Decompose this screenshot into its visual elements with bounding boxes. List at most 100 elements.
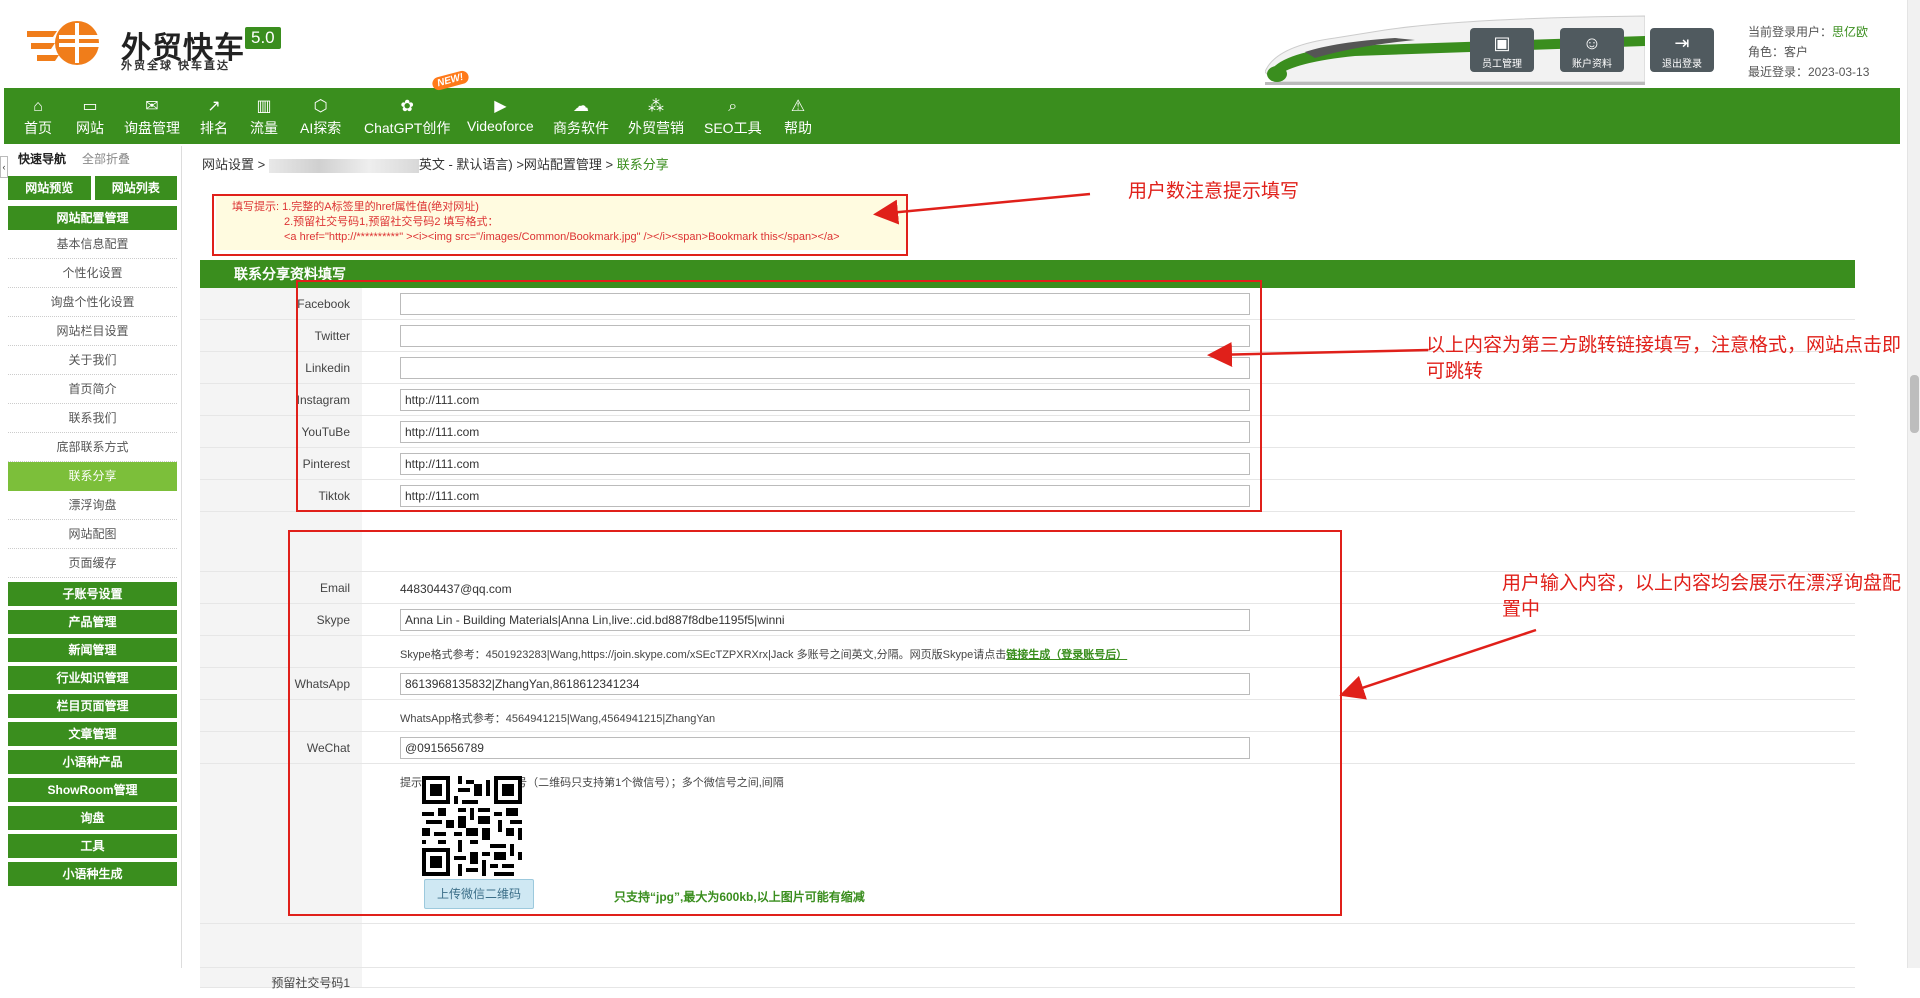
logout-button[interactable]: ⇥ 退出登录	[1650, 28, 1714, 72]
nav-videoforce-label: Videoforce	[467, 118, 534, 134]
tip-line-1: 填写提示: 1.完整的A标签里的href属性值(绝对网址)	[232, 201, 479, 213]
breadcrumb-redacted-site	[268, 158, 419, 173]
sidebar-item-home-intro[interactable]: 首页简介	[8, 375, 177, 404]
sidebar-item-page-cache[interactable]: 页面缓存	[8, 549, 177, 578]
form-row-wechat: WeChat	[200, 732, 1855, 764]
sidebar-cat-products[interactable]: 产品管理	[8, 610, 177, 634]
staff-management-button[interactable]: ▣ 员工管理	[1470, 28, 1534, 72]
sidebar-item-contact-share[interactable]: 联系分享	[8, 462, 177, 491]
nav-chatgpt[interactable]: ✿ ChatGPT创作	[364, 96, 450, 138]
site-preview-button[interactable]: 网站预览	[8, 176, 91, 200]
skype-hint-text: Skype格式参考：4501923283|Wang,https://join.s…	[400, 649, 1007, 661]
nav-rank-label: 排名	[200, 120, 228, 136]
twitter-input[interactable]	[400, 325, 1250, 347]
nav-videoforce[interactable]: ▶ Videoforce	[467, 96, 534, 134]
nav-inquiry[interactable]: ✉ 询盘管理	[124, 96, 180, 138]
youtube-input[interactable]	[400, 421, 1250, 443]
sidebar-cat-tools[interactable]: 工具	[8, 834, 177, 858]
sidebar-collapse-handle[interactable]: ‹	[0, 156, 8, 178]
sidebar-cat-articles[interactable]: 文章管理	[8, 722, 177, 746]
section-title: 联系分享资料填写	[200, 260, 1855, 288]
nav-seo[interactable]: ⌕ SEO工具	[704, 96, 762, 138]
nav-help[interactable]: ⚠ 帮助	[784, 96, 812, 138]
breadcrumb-root[interactable]: 网站设置 >	[202, 157, 265, 172]
account-icon: ☺	[1582, 33, 1602, 53]
mail-icon: ✉	[145, 98, 159, 115]
sidebar-cat-industry[interactable]: 行业知识管理	[8, 666, 177, 690]
instagram-label: Instagram	[200, 384, 362, 415]
sidebar-cat-minor-lang-products[interactable]: 小语种产品	[8, 750, 177, 774]
sidebar-item-contact[interactable]: 联系我们	[8, 404, 177, 433]
nav-rank[interactable]: ↗ 排名	[200, 96, 228, 138]
sidebar-item-about[interactable]: 关于我们	[8, 346, 177, 375]
sidebar-cat-showroom[interactable]: ShowRoom管理	[8, 778, 177, 802]
annotation-social-note: 以上内容为第三方跳转链接填写，注意格式，网站点击即可跳转	[1426, 334, 1902, 382]
rank-icon: ↗	[207, 98, 221, 115]
skype-label: Skype	[200, 604, 362, 635]
app-header: 外贸快车 5.0 外贸全球 快车直达 ▣ 员工管理 ☺ 账户资料 ⇥ 退出登录 …	[0, 0, 1900, 88]
wechat-qr-label	[200, 764, 362, 923]
form-row-reserved-1: 预留社交号码1	[200, 968, 1855, 990]
site-list-button[interactable]: 网站列表	[94, 176, 177, 200]
linkedin-input[interactable]	[400, 357, 1250, 379]
sidebar-item-basic-info[interactable]: 基本信息配置	[8, 230, 177, 259]
nav-website[interactable]: ▭ 网站	[76, 96, 104, 138]
account-info-button[interactable]: ☺ 账户资料	[1560, 28, 1624, 72]
pinterest-label: Pinterest	[200, 448, 362, 479]
instagram-input[interactable]	[400, 389, 1250, 411]
tiktok-input[interactable]	[400, 485, 1250, 507]
sidebar-cat-column-pages[interactable]: 栏目页面管理	[8, 694, 177, 718]
page-scrollbar[interactable]	[1907, 0, 1920, 968]
sidebar-cat-news[interactable]: 新闻管理	[8, 638, 177, 662]
twitter-label: Twitter	[200, 320, 362, 351]
marketing-icon: ⁂	[648, 98, 664, 115]
scrollbar-thumb[interactable]	[1910, 375, 1919, 433]
facebook-input[interactable]	[400, 293, 1250, 315]
tab-quick-nav[interactable]: 快速导航	[18, 152, 66, 166]
ai-icon: ⬡	[313, 98, 328, 115]
linkedin-label: Linkedin	[200, 352, 362, 383]
main-content: 网站设置 > 英文 - 默认语言) >网站配置管理 > 联系分享 填写提示: 1…	[200, 146, 1860, 990]
form-row-whatsapp: WhatsApp	[200, 668, 1855, 700]
nav-ai[interactable]: ⬡ AI探索	[300, 96, 341, 138]
nav-home[interactable]: ⌂ 首页	[24, 96, 52, 138]
sidebar-item-footer-contact[interactable]: 底部联系方式	[8, 433, 177, 462]
sidebar-item-personalization[interactable]: 个性化设置	[8, 259, 177, 288]
nav-marketing[interactable]: ⁂ 外贸营销	[628, 96, 684, 138]
skype-hint-label	[200, 636, 362, 667]
sidebar-item-float-inquiry[interactable]: 漂浮询盘	[8, 491, 177, 520]
nav-traffic[interactable]: ▥ 流量	[250, 96, 278, 138]
current-user-label: 当前登录用户：	[1748, 25, 1833, 39]
nav-home-label: 首页	[24, 120, 52, 136]
pinterest-input[interactable]	[400, 453, 1250, 475]
tip-line-2: 2.预留社交号码1,预留社交号码2 填写格式：	[284, 216, 499, 228]
sidebar-cat-subaccount[interactable]: 子账号设置	[8, 582, 177, 606]
logo-slogan: 外贸全球 快车直达	[121, 60, 231, 72]
skype-hint: Skype格式参考：4501923283|Wang,https://join.s…	[400, 646, 1127, 662]
sidebar-item-columns[interactable]: 网站栏目设置	[8, 317, 177, 346]
email-value: 448304437@qq.com	[400, 582, 512, 596]
upload-wechat-qr-button[interactable]: 上传微信二维码	[424, 879, 534, 909]
monitor-icon: ▭	[82, 98, 98, 115]
tab-collapse-all[interactable]: 全部折叠	[82, 152, 130, 166]
sidebar-item-site-images[interactable]: 网站配图	[8, 520, 177, 549]
breadcrumb-middle[interactable]: 英文 - 默认语言) >网站配置管理 >	[419, 157, 613, 172]
skype-link-generate[interactable]: 链接生成（登录账号后）	[1006, 649, 1127, 661]
skype-input[interactable]	[400, 609, 1250, 631]
whatsapp-hint-label	[200, 700, 362, 731]
home-icon: ⌂	[33, 98, 43, 115]
wechat-input[interactable]	[400, 737, 1250, 759]
nav-traffic-label: 流量	[250, 120, 278, 136]
sidebar-cat-inquiry[interactable]: 询盘	[8, 806, 177, 830]
search-icon: ⌕	[728, 98, 738, 115]
sidebar-item-inquiry-personalization[interactable]: 询盘个性化设置	[8, 288, 177, 317]
upload-note: 只支持“jpg”,最大为600kb,以上图片可能有缩减	[614, 890, 865, 904]
sidebar-group-site-config[interactable]: 网站配置管理	[8, 206, 177, 230]
youtube-label: YouTuBe	[200, 416, 362, 447]
sidebar-cat-minor-lang-gen[interactable]: 小语种生成	[8, 862, 177, 886]
sidebar: ‹ 快速导航 全部折叠 网站预览 网站列表 网站配置管理 基本信息配置 个性化设置…	[0, 146, 182, 968]
whatsapp-input[interactable]	[400, 673, 1250, 695]
current-user-name[interactable]: 思亿欧	[1832, 25, 1868, 39]
sidebar-quick-buttons: 网站预览 网站列表	[8, 176, 177, 200]
nav-software[interactable]: ☁ 商务软件	[553, 96, 609, 138]
